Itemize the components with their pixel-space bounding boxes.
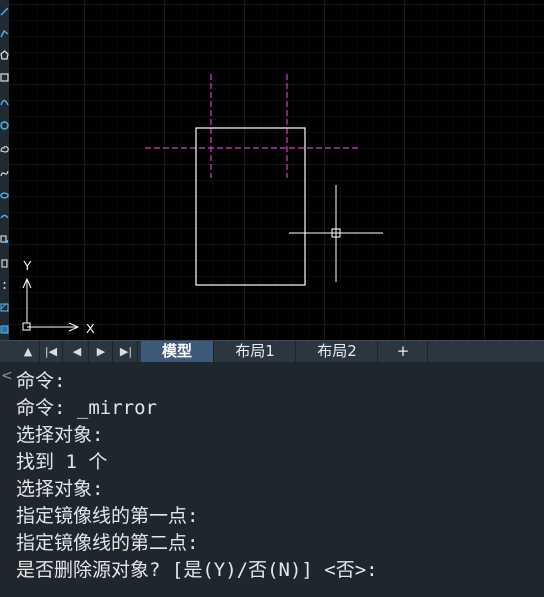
command-line-window[interactable]: < 命令: 命令: _mirror 选择对象: 找到 1 个 选择对象: 指定镜… <box>0 362 544 597</box>
command-history: 命令: 命令: _mirror 选择对象: 找到 1 个 选择对象: 指定镜像线… <box>16 368 544 584</box>
ellipse-icon[interactable] <box>0 190 9 201</box>
point-icon[interactable] <box>0 280 9 291</box>
rectangle-tool-icon[interactable] <box>0 72 9 83</box>
ucs-y-label: Y <box>23 258 32 273</box>
drawing-canvas[interactable]: Y X <box>9 0 544 340</box>
next-tab-button[interactable]: ▶ <box>90 341 113 362</box>
command-line: 指定镜像线的第二点: <box>16 532 199 554</box>
region-icon[interactable] <box>0 324 9 335</box>
draw-toolbar <box>0 0 9 340</box>
command-line: 找到 1 个 <box>16 451 108 473</box>
last-tab-button[interactable]: ▶| <box>115 341 138 362</box>
command-line: 选择对象: <box>16 424 104 446</box>
prev-tab-button[interactable]: ◀ <box>66 341 89 362</box>
tab-layout2[interactable]: 布局2 <box>297 341 378 362</box>
revision-cloud-icon[interactable] <box>0 144 9 155</box>
insert-block-icon[interactable] <box>0 234 9 245</box>
command-line: 命令: <box>16 370 66 392</box>
major-grid <box>9 0 544 340</box>
command-line: 命令: _mirror <box>16 397 157 419</box>
add-layout-button[interactable]: + <box>379 341 428 362</box>
polyline-tool-icon[interactable] <box>0 28 9 39</box>
hatch-icon[interactable] <box>0 302 9 313</box>
first-tab-button[interactable]: |◀ <box>40 341 63 362</box>
make-block-icon[interactable] <box>0 258 9 269</box>
tab-layout1[interactable]: 布局1 <box>215 341 296 362</box>
command-line: 指定镜像线的第一点: <box>16 505 199 527</box>
ellipse-arc-icon[interactable] <box>0 212 9 223</box>
line-tool-icon[interactable] <box>0 6 9 17</box>
chevron-left-icon[interactable]: < <box>1 368 13 384</box>
command-prompt[interactable]: 是否删除源对象? [是(Y)/否(N)] <否>: <box>16 557 544 584</box>
tab-model[interactable]: 模型 <box>141 341 214 362</box>
layout-tab-bar: ▲ |◀ ◀ ▶ ▶| 模型 布局1 布局2 + <box>0 340 544 362</box>
command-line: 选择对象: <box>16 478 104 500</box>
arc-tool-icon[interactable] <box>0 96 9 107</box>
circle-tool-icon[interactable] <box>0 120 9 131</box>
command-history-scrollbar[interactable]: < <box>0 362 13 597</box>
spline-icon[interactable] <box>0 168 9 179</box>
tab-scroll-up-button[interactable]: ▲ <box>17 341 40 362</box>
ucs-x-label: X <box>86 321 95 336</box>
polygon-tool-icon[interactable] <box>0 50 9 61</box>
